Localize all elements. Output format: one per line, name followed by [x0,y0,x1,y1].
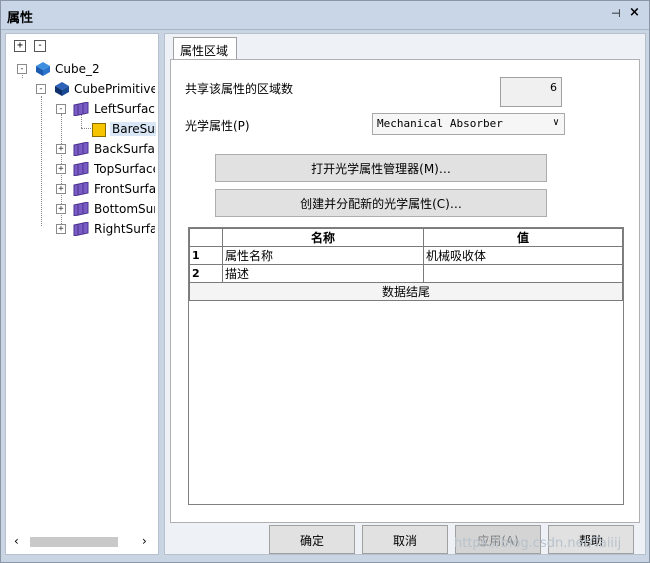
scroll-left-icon[interactable]: ‹ [14,534,19,548]
watermark-text: https://blog.csdn.net/Taiiij [454,536,622,551]
expand-icon[interactable]: + [56,224,66,234]
tree-node-back-surface[interactable]: + BackSurface [55,140,155,158]
surface-icon [73,162,89,176]
collapse-all-button[interactable]: - [34,40,46,52]
tree-node-label: BackSurface [94,142,155,156]
table-row[interactable]: 2 描述 [189,264,623,283]
tree-node-cube-primitive[interactable]: - CubePrimitive [35,80,155,98]
tree-node-label: BareSurf [110,122,156,136]
create-assign-optical-button[interactable]: 创建并分配新的光学属性(C)… [215,189,547,217]
tree-node-label: Cube_2 [55,62,100,76]
tree-node-label: BottomSurface [94,202,155,216]
optical-property-value: Mechanical Absorber [377,117,503,130]
tree-node-label: CubePrimitive [74,82,155,96]
property-value-cell[interactable] [423,264,623,283]
shared-count-value: 6 [550,81,557,94]
surface-icon [73,102,89,116]
window-title: 属性 [7,11,34,26]
ok-button[interactable]: 确定 [269,525,355,554]
expand-all-button[interactable]: + [14,40,26,52]
properties-window: 属性 ⊣ × + - - Cube_2 - CubePrimitive - Le… [0,0,650,563]
properties-panel: 属性区域 共享该属性的区域数 6 光学属性(P) Mechanical Abso… [164,33,646,555]
end-of-data-row: 数据结尾 [189,282,623,301]
property-value-cell[interactable]: 机械吸收体 [423,246,623,265]
expand-icon[interactable]: + [56,144,66,154]
property-name-cell[interactable]: 属性名称 [222,246,424,265]
expand-icon[interactable]: + [56,164,66,174]
col-value-header: 值 [423,228,623,247]
tree-node-label: RightSurface [94,222,155,236]
surface-icon [73,202,89,216]
property-name-cell[interactable]: 描述 [222,264,424,283]
tree-node-label: TopSurface [94,162,155,176]
tree-node-top-surface[interactable]: + TopSurface [55,160,155,178]
cancel-button[interactable]: 取消 [362,525,448,554]
tab-property-area[interactable]: 属性区域 [173,37,237,60]
material-icon [92,123,106,137]
tree-node-cube-2[interactable]: - Cube_2 [16,60,156,78]
row-number: 1 [189,246,223,265]
shared-count-label: 共享该属性的区域数 [185,82,294,96]
corner-cell [189,228,223,247]
title-bar: 属性 ⊣ × [1,1,649,30]
scrollbar-thumb[interactable] [30,537,118,547]
grid-header-row: 名称 值 [189,228,623,247]
tree-node-bare-surface[interactable]: BareSurf [92,120,156,138]
horizontal-scrollbar[interactable]: ‹ › [12,534,152,550]
collapse-icon[interactable]: - [17,64,27,74]
tab-content: 共享该属性的区域数 6 光学属性(P) Mechanical Absorber … [170,59,640,523]
expand-icon[interactable]: + [56,184,66,194]
collapse-icon[interactable]: - [56,104,66,114]
tree-node-left-surface[interactable]: - LeftSurface [55,100,155,118]
col-name-header: 名称 [222,228,424,247]
scroll-right-icon[interactable]: › [142,534,147,548]
expand-icon[interactable]: + [56,204,66,214]
button-label: 取消 [392,534,417,548]
primitive-cube-icon [55,82,69,96]
shared-count-field: 6 [500,77,562,107]
button-label: 创建并分配新的光学属性(C)… [300,197,462,211]
tree-node-right-surface[interactable]: + RightSurface [55,220,155,238]
row-number: 2 [189,264,223,283]
chevron-down-icon[interactable]: ∨ [553,117,559,128]
open-optical-manager-button[interactable]: 打开光学属性管理器(M)… [215,154,547,182]
cube-icon [36,62,50,76]
pin-icon[interactable]: ⊣ [611,7,621,20]
surface-icon [73,182,89,196]
property-grid: 名称 值 1 属性名称 机械吸收体 2 描述 数据结尾 [188,227,624,505]
tree-panel: + - - Cube_2 - CubePrimitive - LeftSurfa… [5,33,159,555]
tab-label: 属性区域 [180,44,229,58]
button-label: 打开光学属性管理器(M)… [311,162,451,176]
surface-icon [73,142,89,156]
table-row[interactable]: 1 属性名称 机械吸收体 [189,246,623,265]
tree-node-bottom-surface[interactable]: + BottomSurface [55,200,155,218]
tree-node-label: FrontSurface [94,182,155,196]
optical-property-select[interactable]: Mechanical Absorber ∨ [372,113,565,135]
close-icon[interactable]: × [629,5,640,20]
optical-property-label: 光学属性(P) [185,119,250,133]
button-label: 确定 [299,534,324,548]
surface-icon [73,222,89,236]
tree-node-label: LeftSurface [94,102,155,116]
collapse-icon[interactable]: - [36,84,46,94]
tree-node-front-surface[interactable]: + FrontSurface [55,180,155,198]
end-of-data-label: 数据结尾 [189,282,623,301]
